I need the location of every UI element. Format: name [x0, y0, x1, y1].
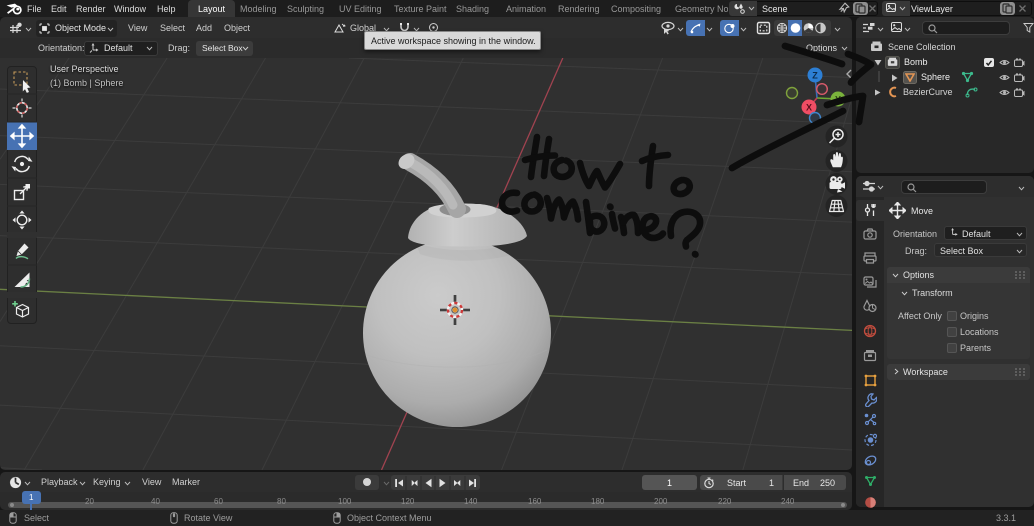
svg-text:Z: Z	[812, 70, 818, 80]
svg-text:Y: Y	[835, 95, 841, 105]
svg-text:X: X	[806, 103, 812, 113]
